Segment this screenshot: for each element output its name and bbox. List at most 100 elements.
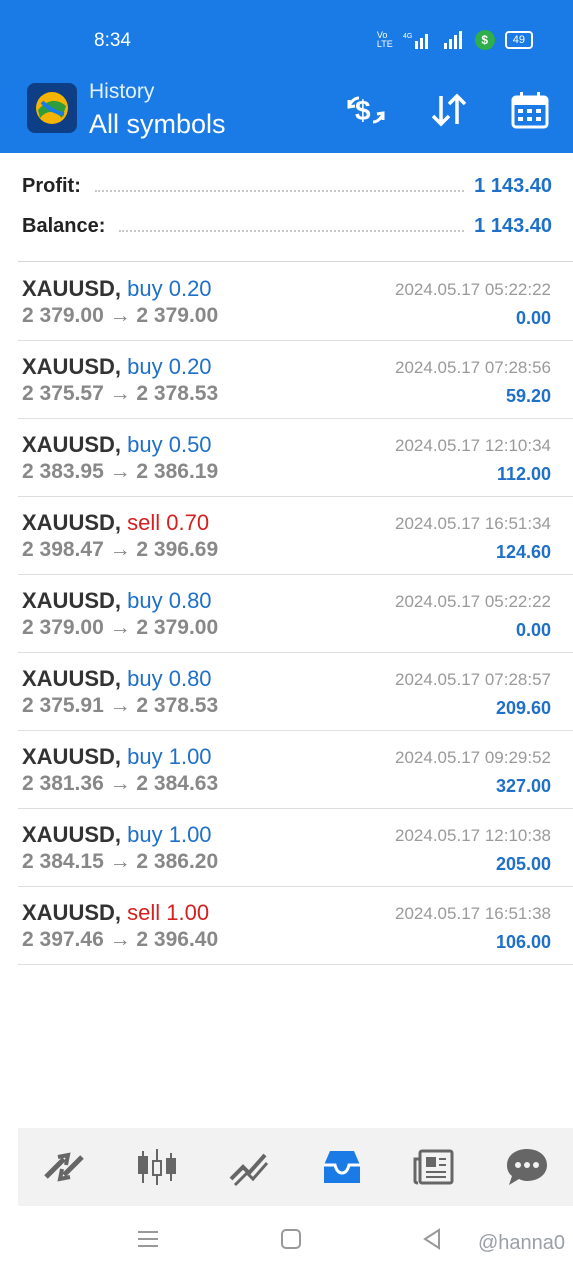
status-bar: 8:34 Vo LTE 4G $ 49	[0, 0, 573, 82]
trade-icon	[44, 1152, 85, 1182]
balance-row: Balance: 1 143.40	[22, 215, 552, 238]
trade-symbol: XAUUSD, buy 0.80	[22, 588, 212, 614]
symbol-name: XAUUSD,	[22, 744, 122, 769]
nav-quotes[interactable]	[132, 1142, 182, 1192]
logo-icon	[36, 92, 68, 124]
trade-prices: 2 375.57 → 2 378.53	[22, 382, 219, 405]
trade-row[interactable]: XAUUSD, buy 0.80 2 375.91 → 2 378.53 2024.…	[18, 652, 573, 731]
calendar-icon	[511, 92, 549, 129]
trade-profit: 327.00	[495, 776, 551, 796]
nav-history[interactable]	[317, 1142, 367, 1192]
menu-nav-button[interactable]	[137, 1228, 159, 1256]
dotted-leader	[119, 215, 465, 232]
trade-symbol: XAUUSD, buy 0.20	[22, 276, 212, 302]
candles-icon	[137, 1149, 176, 1185]
trade-prices: 2 379.00 → 2 379.00	[22, 304, 219, 327]
sort-icon	[431, 93, 467, 127]
status-icons: Vo LTE 4G $ 49	[377, 30, 533, 50]
trade-time: 2024.05.17 07:28:57	[395, 670, 551, 689]
trade-time: 2024.05.17 09:29:52	[395, 748, 551, 767]
trade-prices: 2 383.95 → 2 386.19	[22, 460, 219, 483]
trade-row[interactable]: XAUUSD, buy 0.80 2 379.00 → 2 379.00 2024.…	[18, 574, 573, 653]
trade-direction-volume: buy 0.80	[127, 666, 212, 691]
trade-time: 2024.05.17 05:22:22	[395, 280, 551, 299]
trade-profit: 112.00	[496, 464, 551, 484]
signal-icon	[443, 31, 462, 49]
profit-label: Profit:	[22, 175, 81, 197]
trade-symbol: XAUUSD, buy 1.00	[22, 822, 212, 848]
back-triangle-icon	[423, 1228, 440, 1250]
currency-filter-button[interactable]: $	[344, 88, 388, 132]
trade-time: 2024.05.17 12:10:38	[395, 826, 551, 845]
trade-row[interactable]: XAUUSD, sell 1.00 2 397.46 → 2 396.40 2024…	[18, 886, 573, 965]
trade-direction-volume: sell 1.00	[127, 900, 210, 925]
trade-time: 2024.05.17 16:51:34	[395, 514, 551, 533]
trade-row[interactable]: XAUUSD, buy 0.50 2 383.95 → 2 386.19 2024.…	[18, 418, 573, 497]
trade-prices: 2 375.91 → 2 378.53	[22, 694, 219, 717]
bottom-nav	[18, 1128, 573, 1206]
trade-row[interactable]: XAUUSD, buy 0.20 2 375.57 → 2 378.53 2024.…	[18, 340, 573, 419]
battery-indicator: 49	[504, 31, 533, 49]
watermark: @hanna0	[477, 1232, 565, 1254]
trade-symbol: XAUUSD, buy 1.00	[22, 744, 212, 770]
trade-symbol: XAUUSD, sell 0.70	[22, 510, 209, 536]
history-icon	[323, 1151, 360, 1183]
trade-prices: 2 398.47 → 2 396.69	[22, 538, 219, 561]
metatrader-logo[interactable]	[27, 83, 77, 133]
app-header: 8:34 Vo LTE 4G $ 49 History All symbols $	[0, 0, 573, 153]
trade-time: 2024.05.17 12:10:34	[395, 436, 551, 455]
header-title[interactable]: All symbols	[89, 109, 226, 140]
trade-prices: 2 397.46 → 2 396.40	[22, 928, 219, 951]
sort-button[interactable]	[427, 88, 471, 132]
trade-direction-volume: buy 0.20	[127, 354, 212, 379]
trade-direction-volume: buy 1.00	[127, 822, 212, 847]
home-nav-button[interactable]	[280, 1228, 302, 1256]
trade-profit: 59.20	[505, 386, 551, 406]
profit-value: 1 143.40	[474, 175, 552, 197]
trade-direction-volume: sell 0.70	[127, 510, 210, 535]
nav-news[interactable]	[409, 1142, 459, 1192]
symbol-name: XAUUSD,	[22, 276, 122, 301]
trade-profit: 205.00	[495, 854, 551, 874]
status-time: 8:34	[94, 30, 131, 51]
trade-symbol: XAUUSD, buy 0.20	[22, 354, 212, 380]
trade-direction-volume: buy 0.20	[127, 276, 212, 301]
trade-symbol: XAUUSD, sell 1.00	[22, 900, 209, 926]
trade-symbol: XAUUSD, buy 0.80	[22, 666, 212, 692]
svg-text:4G: 4G	[403, 33, 412, 40]
trade-profit: 0.00	[515, 620, 551, 640]
trade-direction-volume: buy 0.80	[127, 588, 212, 613]
symbol-name: XAUUSD,	[22, 354, 122, 379]
trade-row[interactable]: XAUUSD, sell 0.70 2 398.47 → 2 396.69 2024…	[18, 496, 573, 575]
trade-time: 2024.05.17 05:22:22	[395, 592, 551, 611]
trade-profit: 106.00	[495, 932, 551, 952]
trade-prices: 2 379.00 → 2 379.00	[22, 616, 219, 639]
menu-icon	[138, 1231, 158, 1247]
symbol-name: XAUUSD,	[22, 666, 122, 691]
trade-time: 2024.05.17 07:28:56	[395, 358, 551, 377]
screen-edge	[0, 64, 18, 1280]
symbol-name: XAUUSD,	[22, 822, 122, 847]
calendar-button[interactable]	[508, 88, 552, 132]
symbol-name: XAUUSD,	[22, 588, 122, 613]
trade-symbol: XAUUSD, buy 0.50	[22, 432, 212, 458]
trade-direction-volume: buy 0.50	[127, 432, 212, 457]
header-subtitle: History	[89, 80, 155, 103]
nav-messages[interactable]	[502, 1142, 552, 1192]
security-shield-icon: $	[474, 30, 495, 50]
symbol-name: XAUUSD,	[22, 900, 122, 925]
home-square-icon	[281, 1229, 301, 1249]
trade-profit: 124.60	[495, 542, 551, 562]
nav-chart[interactable]	[224, 1142, 274, 1192]
trade-row[interactable]: XAUUSD, buy 1.00 2 384.15 → 2 386.20 2024.…	[18, 808, 573, 887]
news-icon	[413, 1149, 454, 1185]
balance-label: Balance:	[22, 215, 106, 237]
chart-icon	[229, 1153, 269, 1187]
trade-row[interactable]: XAUUSD, buy 1.00 2 381.36 → 2 384.63 2024.…	[18, 730, 573, 809]
trade-row[interactable]: XAUUSD, buy 0.20 2 379.00 → 2 379.00 2024.…	[18, 262, 573, 341]
trade-profit: 209.60	[495, 698, 551, 718]
trade-direction-volume: buy 1.00	[127, 744, 212, 769]
nav-trade[interactable]	[39, 1142, 89, 1192]
back-nav-button[interactable]	[421, 1228, 443, 1256]
trade-prices: 2 381.36 → 2 384.63	[22, 772, 219, 795]
